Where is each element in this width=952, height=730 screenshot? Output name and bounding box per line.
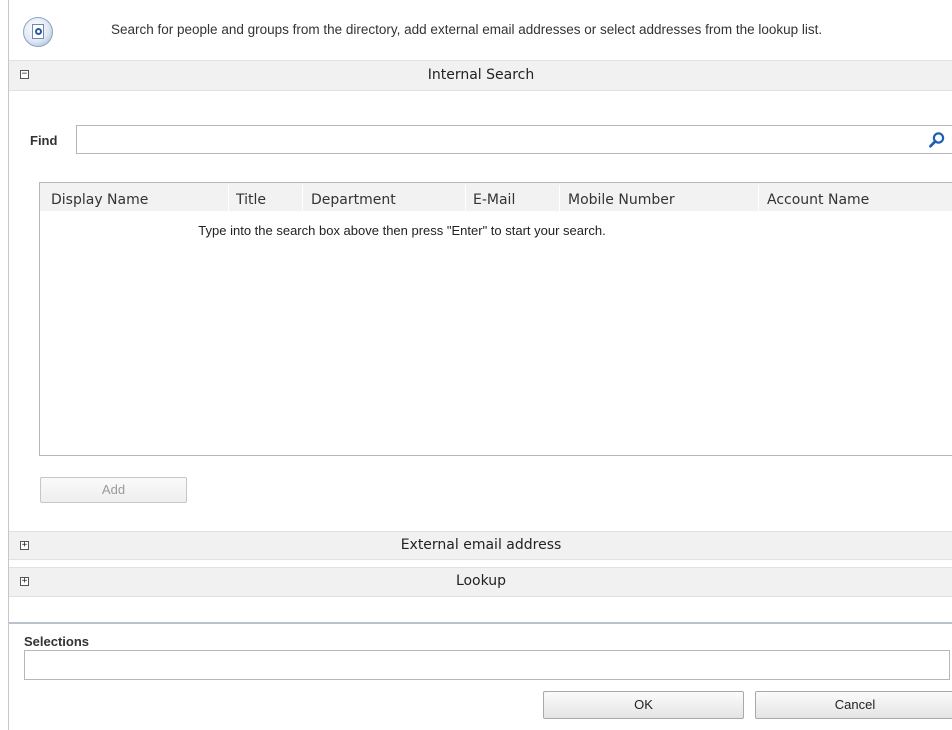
column-header-email[interactable]: E-Mail: [473, 183, 515, 211]
section-internal-search-label: Internal Search: [427, 67, 535, 83]
people-picker-dialog: Search for people and groups from the di…: [8, 0, 952, 730]
section-lookup-label: Lookup: [455, 573, 507, 589]
column-separator: [559, 185, 560, 211]
empty-results-message: Type into the search box above then pres…: [198, 223, 606, 238]
column-header-account-name[interactable]: Account Name: [767, 183, 869, 211]
column-header-mobile-number[interactable]: Mobile Number: [568, 183, 675, 211]
find-input[interactable]: [76, 125, 952, 154]
section-lookup[interactable]: + Lookup: [9, 567, 952, 597]
section-external-email-label: External email address: [400, 537, 562, 553]
column-header-display-name[interactable]: Display Name: [51, 183, 148, 211]
section-divider: [9, 622, 952, 624]
add-button[interactable]: Add: [40, 477, 187, 503]
column-header-department[interactable]: Department: [311, 183, 396, 211]
column-separator: [465, 185, 466, 211]
section-external-email[interactable]: + External email address: [9, 531, 952, 560]
section-internal-search[interactable]: − Internal Search: [9, 60, 952, 91]
column-separator: [228, 185, 229, 211]
column-separator: [302, 185, 303, 211]
selections-box[interactable]: [24, 650, 950, 680]
column-header-title[interactable]: Title: [236, 183, 266, 211]
selections-label: Selections: [24, 634, 90, 649]
cancel-button[interactable]: Cancel: [755, 691, 952, 719]
column-separator: [758, 185, 759, 211]
people-search-icon: [23, 17, 53, 47]
find-label: Find: [30, 133, 58, 148]
lens-glyph: [35, 28, 42, 35]
results-table: Display Name Title Department E-Mail Mob…: [39, 182, 952, 456]
results-header-row: Display Name Title Department E-Mail Mob…: [40, 183, 952, 211]
ok-button[interactable]: OK: [543, 691, 744, 719]
magnifier-icon[interactable]: [928, 131, 946, 149]
header-description: Search for people and groups from the di…: [111, 22, 823, 37]
dialog-header: Search for people and groups from the di…: [9, 0, 952, 60]
